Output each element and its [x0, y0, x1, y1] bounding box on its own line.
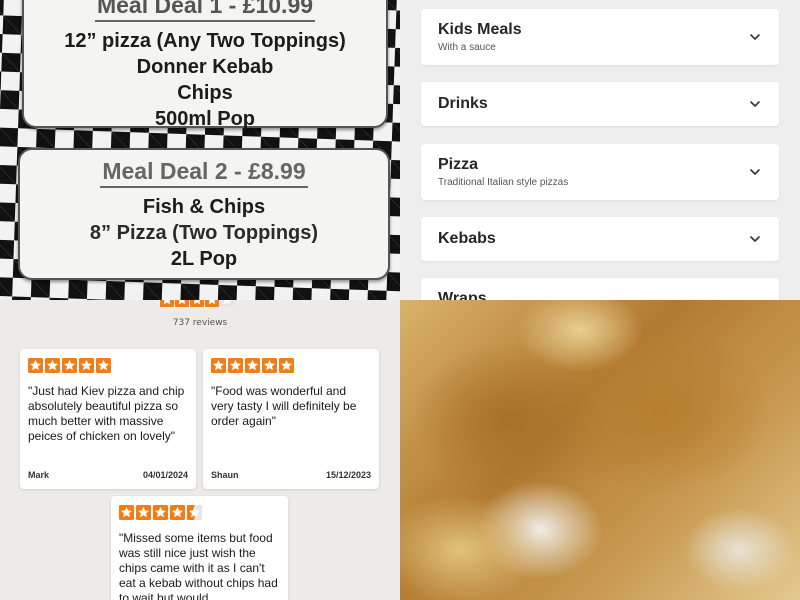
- review-count[interactable]: 737 reviews: [0, 318, 400, 328]
- meal-deal-1-line: 500ml Pop: [154, 108, 256, 130]
- fish-and-chips-photo: [400, 300, 800, 600]
- star-icon: [205, 300, 219, 307]
- star-icon: [45, 358, 60, 373]
- star-icon: [136, 505, 151, 520]
- review-stars: [119, 505, 280, 521]
- meal-deal-1-line: Donner Kebab: [136, 56, 274, 78]
- star-icon: [175, 300, 189, 307]
- menu-category-pizza[interactable]: Pizza Traditional Italian style pizzas: [421, 144, 779, 200]
- review-card[interactable]: "Just had Kiev pizza and chip absolutely…: [20, 349, 196, 489]
- menu-category-title: Pizza: [438, 156, 479, 173]
- menu-category-kids-meals[interactable]: Kids Meals With a sauce: [421, 9, 779, 65]
- star-icon: [153, 505, 168, 520]
- chevron-down-icon[interactable]: [749, 31, 761, 43]
- meal-deal-2-title: Meal Deal 2 - £8.99: [100, 158, 308, 188]
- chevron-down-icon[interactable]: [749, 98, 761, 110]
- menu-category-title: Wraps: [438, 290, 487, 300]
- star-icon: [62, 358, 77, 373]
- review-date: 15/12/2023: [325, 470, 371, 480]
- menu-category-wraps[interactable]: Wraps: [421, 278, 779, 300]
- menu-category-drinks[interactable]: Drinks: [421, 82, 779, 126]
- star-icon: [170, 505, 185, 520]
- chevron-down-icon[interactable]: [749, 233, 761, 245]
- meal-deal-1-line: 12” pizza (Any Two Toppings): [64, 30, 346, 52]
- review-text: "Food was wonderful and very tasty I wil…: [211, 384, 357, 428]
- review-author: Shaun: [211, 470, 239, 480]
- review-text: "Just had Kiev pizza and chip absolutely…: [28, 384, 185, 443]
- review-text: "Missed some items but food was still ni…: [119, 531, 278, 600]
- menu-category-title: Kids Meals: [438, 21, 522, 38]
- star-icon: [96, 358, 111, 373]
- meal-deal-1-sign: Meal Deal 1 - £10.99 12” pizza (Any Two …: [22, 0, 388, 130]
- menu-category-subtitle: With a sauce: [438, 42, 496, 53]
- food-image: [400, 300, 800, 600]
- meal-deal-photo: Meal Deal 1 - £10.99 12” pizza (Any Two …: [0, 0, 400, 300]
- star-icon: [160, 300, 174, 307]
- star-icon: [279, 358, 294, 373]
- star-icon: [245, 358, 260, 373]
- meal-deal-1-title: Meal Deal 1 - £10.99: [94, 0, 316, 22]
- star-icon: [190, 300, 204, 307]
- star-icon: [119, 505, 134, 520]
- review-date: 04/01/2024: [142, 470, 188, 480]
- chevron-down-icon[interactable]: [749, 166, 761, 178]
- star-icon: [220, 300, 234, 307]
- meal-deal-1-line: Chips: [177, 82, 233, 104]
- review-card[interactable]: "Food was wonderful and very tasty I wil…: [203, 349, 379, 489]
- menu-category-title: Kebabs: [438, 230, 496, 247]
- menu-category-title: Drinks: [438, 95, 488, 112]
- star-icon: [28, 358, 43, 373]
- review-stars: [211, 358, 371, 374]
- star-icon: [228, 358, 243, 373]
- star-icon: [187, 505, 202, 520]
- overall-rating-stars: [160, 300, 234, 307]
- meal-deal-2-line: 2L Pop: [170, 248, 238, 270]
- review-card[interactable]: "Missed some items but food was still ni…: [111, 496, 288, 600]
- meal-deal-2-line: 8” Pizza (Two Toppings): [89, 222, 319, 244]
- meal-deal-2-sign: Meal Deal 2 - £8.99 Fish & Chips 8” Pizz…: [18, 148, 390, 280]
- menu-category-subtitle: Traditional Italian style pizzas: [438, 177, 569, 188]
- star-icon: [211, 358, 226, 373]
- review-stars: [28, 358, 188, 374]
- meal-deal-2-line: Fish & Chips: [142, 196, 266, 218]
- menu-category-kebabs[interactable]: Kebabs: [421, 217, 779, 261]
- review-author: Mark: [28, 470, 50, 480]
- star-icon: [79, 358, 94, 373]
- star-icon: [262, 358, 277, 373]
